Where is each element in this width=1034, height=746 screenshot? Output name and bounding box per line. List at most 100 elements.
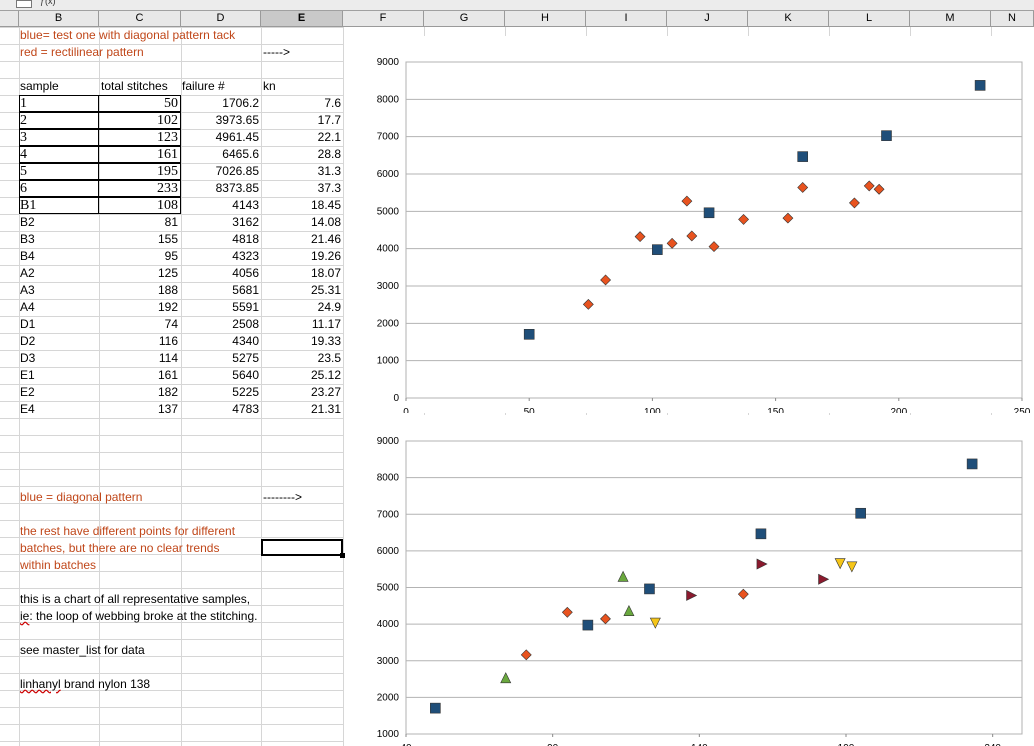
cell-sample[interactable]: B1 [20, 197, 98, 214]
data-point-blue[interactable] [652, 244, 663, 255]
cell-total-stitches[interactable]: 95 [100, 248, 178, 265]
data-point-blue[interactable] [855, 507, 866, 519]
data-point-blue[interactable] [881, 130, 892, 141]
column-header-j[interactable]: J [667, 11, 748, 26]
cell-failure[interactable]: 2508 [182, 316, 259, 333]
data-point-blue[interactable] [430, 702, 441, 714]
cell-total-stitches[interactable]: 125 [100, 265, 178, 282]
cell-kn[interactable]: 18.45 [262, 197, 341, 214]
cell-failure[interactable]: 5591 [182, 299, 259, 316]
cell-failure[interactable]: 8373.85 [182, 180, 259, 197]
arrow-2[interactable]: --------> [263, 489, 302, 506]
header-failure[interactable]: failure # [182, 78, 225, 95]
cell-kn[interactable]: 37.3 [262, 180, 341, 197]
cell-failure[interactable]: 4961.45 [182, 129, 259, 146]
data-point-blue[interactable] [974, 80, 986, 91]
column-header-e[interactable]: E [261, 11, 343, 26]
cell-total-stitches[interactable]: 182 [100, 384, 178, 401]
cell-total-stitches[interactable]: 74 [100, 316, 178, 333]
note-blue-diagonal-tack[interactable]: blue= test one with diagonal pattern tac… [20, 27, 235, 44]
cell-kn[interactable]: 7.6 [262, 95, 341, 112]
cell-kn[interactable]: 22.1 [262, 129, 341, 146]
selected-cell-e30[interactable] [261, 539, 345, 558]
cell-failure[interactable]: 3162 [182, 214, 259, 231]
column-header-b[interactable]: B [19, 11, 99, 26]
note-brand[interactable]: linhanyl brand nylon 138 [20, 676, 150, 693]
cell-failure[interactable]: 3973.65 [182, 112, 259, 129]
cell-sample[interactable]: E4 [20, 401, 98, 418]
cell-sample[interactable]: B4 [20, 248, 98, 265]
cell-total-stitches[interactable]: 114 [100, 350, 178, 367]
cell-kn[interactable]: 23.5 [262, 350, 341, 367]
cell-sample[interactable]: E1 [20, 367, 98, 384]
cell-sample[interactable]: B2 [20, 214, 98, 231]
cell-sample[interactable]: 3 [20, 129, 98, 146]
data-point-blue[interactable] [797, 151, 809, 162]
cell-sample[interactable]: A3 [20, 282, 98, 299]
cell-total-stitches[interactable]: 50 [100, 95, 178, 112]
cell-total-stitches[interactable]: 188 [100, 282, 178, 299]
note-red-rectilinear[interactable]: red = rectilinear pattern [20, 44, 144, 61]
cell-sample[interactable]: 4 [20, 146, 98, 163]
column-header-d[interactable]: D [181, 11, 261, 26]
note-chart-line-2[interactable]: ie: the loop of webbing broke at the sti… [20, 608, 258, 625]
cell-kn[interactable]: 21.31 [262, 401, 341, 418]
header-sample[interactable]: sample [20, 78, 59, 95]
cell-sample[interactable]: B3 [20, 231, 98, 248]
cell-kn[interactable]: 19.33 [262, 333, 341, 350]
cell-failure[interactable]: 1706.2 [182, 95, 259, 112]
data-point-blue[interactable] [703, 207, 715, 219]
cell-kn[interactable]: 31.3 [262, 163, 341, 180]
cell-failure[interactable]: 7026.85 [182, 163, 259, 180]
cell-total-stitches[interactable]: 155 [100, 231, 178, 248]
cell-kn[interactable]: 17.7 [262, 112, 341, 129]
column-header-c[interactable]: C [99, 11, 181, 26]
cell-failure[interactable]: 5640 [182, 367, 259, 384]
scatter-chart-top[interactable]: 0 1000 2000 3000 4000 5000 6000 7000 8000 9000 0 50… [362, 36, 1034, 413]
note-rest-line-1[interactable]: the rest have different points for diffe… [20, 523, 235, 540]
header-kn[interactable]: kn [263, 78, 276, 95]
column-header-g[interactable]: G [424, 11, 505, 26]
column-header-h[interactable]: H [505, 11, 586, 26]
sheet-grid[interactable]: blue= test one with diagonal pattern tac… [0, 27, 1034, 746]
column-header-l[interactable]: L [829, 11, 910, 26]
data-point-blue[interactable] [582, 619, 594, 631]
cell-kn[interactable]: 11.17 [262, 316, 341, 333]
cell-sample[interactable]: A4 [20, 299, 98, 316]
cell-sample[interactable]: D2 [20, 333, 98, 350]
corner-select-all[interactable] [0, 11, 19, 26]
cell-failure[interactable]: 4818 [182, 231, 259, 248]
cell-kn[interactable]: 21.46 [262, 231, 341, 248]
cell-failure[interactable]: 4056 [182, 265, 259, 282]
note-see-master-list[interactable]: see master_list for data [20, 642, 145, 659]
note-rest-line-2[interactable]: batches, but there are no clear trends [20, 540, 219, 557]
cell-total-stitches[interactable]: 137 [100, 401, 178, 418]
fill-handle[interactable] [340, 553, 345, 558]
cell-sample[interactable]: D1 [20, 316, 98, 333]
cell-failure[interactable]: 4783 [182, 401, 259, 418]
column-header-m[interactable]: M [910, 11, 991, 26]
cell-total-stitches[interactable]: 102 [100, 112, 178, 129]
note-rest-line-3[interactable]: within batches [20, 557, 96, 574]
cell-failure[interactable]: 6465.6 [182, 146, 259, 163]
data-point-blue[interactable] [966, 458, 978, 470]
cell-sample[interactable]: E2 [20, 384, 98, 401]
cell-kn[interactable]: 25.31 [262, 282, 341, 299]
cell-failure[interactable]: 4143 [182, 197, 259, 214]
cell-total-stitches[interactable]: 81 [100, 214, 178, 231]
cell-total-stitches[interactable]: 123 [100, 129, 178, 146]
cell-sample[interactable]: D3 [20, 350, 98, 367]
column-header-i[interactable]: I [586, 11, 667, 26]
cell-total-stitches[interactable]: 192 [100, 299, 178, 316]
cell-kn[interactable]: 18.07 [262, 265, 341, 282]
cell-failure[interactable]: 4323 [182, 248, 259, 265]
cell-kn[interactable]: 23.27 [262, 384, 341, 401]
note-blue-diagonal[interactable]: blue = diagonal pattern [20, 489, 142, 506]
cell-total-stitches[interactable]: 116 [100, 333, 178, 350]
cell-failure[interactable]: 5225 [182, 384, 259, 401]
name-box[interactable] [16, 0, 32, 8]
cell-total-stitches[interactable]: 195 [100, 163, 178, 180]
cell-kn[interactable]: 25.12 [262, 367, 341, 384]
cell-total-stitches[interactable]: 233 [100, 180, 178, 197]
cell-kn[interactable]: 14.08 [262, 214, 341, 231]
